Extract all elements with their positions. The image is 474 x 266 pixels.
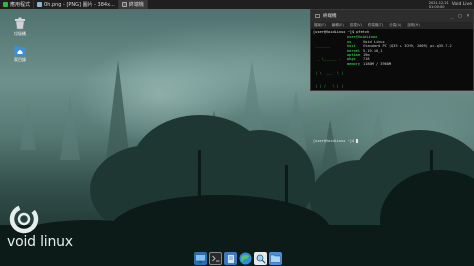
ascii-line: | \ ___ \ | (313, 70, 344, 75)
terminal-prompt: [user@VoidLinux ~]$ (313, 138, 471, 143)
pfetch-output: _______ _ \______ - | \ ___ \ | | | / \ … (313, 35, 471, 136)
dock-browser[interactable] (239, 252, 252, 265)
ascii-line: _______ (313, 44, 331, 49)
menu-file[interactable]: 檔案(F) (314, 23, 326, 28)
taskbar-item-label: 0h.png - [PNG] 圖片 - 384x... (44, 2, 115, 8)
terminal-window[interactable]: 終端機 _ □ × 檔案(F) 編輯(E) 檢視(V) 終端機(T) 分頁(A)… (310, 9, 474, 143)
void-logo-icon (3, 2, 8, 7)
top-panel: 應用程式 0h.png - [PNG] 圖片 - 384x... 終端機 202… (0, 0, 474, 9)
window-title: 終端機 (323, 14, 337, 19)
clock-time: 01:00:00 (428, 4, 445, 9)
ascii-line: -_______\ (313, 123, 337, 128)
image-icon (37, 2, 43, 7)
dock-folder[interactable] (269, 252, 282, 265)
show-desktop-icon (195, 254, 206, 263)
terminal-output[interactable]: [user@VoidLinux ~]$ pfetch _______ _ \__… (311, 29, 473, 144)
close-icon[interactable]: × (465, 13, 471, 19)
terminal-command-line: [user@VoidLinux ~]$ pfetch (313, 30, 370, 34)
prompt-text: [user@VoidLinux ~]$ (313, 138, 357, 143)
terminal-icon (121, 2, 127, 7)
panel-clock[interactable]: 2021.12.21 01:00:00 Void Live (429, 1, 474, 9)
desktop-icon-trash[interactable]: 垃圾桶 (11, 17, 29, 37)
home-folder-icon (14, 46, 26, 55)
desktop-icon-label: 家目錄 (14, 57, 26, 62)
taskbar-item-terminal[interactable]: 終端機 (118, 0, 148, 9)
void-linux-logo (9, 204, 39, 234)
menu-edit[interactable]: 編輯(E) (332, 23, 344, 28)
dock-search[interactable] (254, 252, 267, 265)
taskbar-item-image-viewer[interactable]: 0h.png - [PNG] 圖片 - 384x... (34, 0, 119, 9)
desktop-icon-label: 垃圾桶 (14, 31, 26, 36)
desktop-icon-home[interactable]: 家目錄 (11, 44, 29, 63)
dock-files[interactable] (224, 252, 237, 265)
applications-menu-button[interactable]: 應用程式 (0, 0, 35, 9)
ascii-line: | | \___/ | | (313, 97, 344, 102)
menu-help[interactable]: 說明(H) (407, 23, 419, 28)
terminal-titlebar[interactable]: 終端機 _ □ × (311, 10, 473, 22)
pfetch-row: memory 1180M / 3968M (347, 61, 392, 66)
browser-icon (239, 252, 252, 265)
ascii-line: | \______ \_| (313, 110, 344, 115)
terminal-icon (211, 255, 219, 262)
terminal-cursor (356, 138, 359, 143)
pfetch-ascii-logo: _______ _ \______ - | \ ___ \ | | | / \ … (313, 35, 344, 136)
menu-view[interactable]: 檢視(V) (350, 23, 362, 28)
dock-show-desktop[interactable] (194, 252, 207, 265)
menu-tabs[interactable]: 分頁(A) (389, 23, 401, 28)
menu-terminal[interactable]: 終端機(T) (368, 23, 383, 28)
search-icon (256, 254, 266, 264)
pfetch-info: user@VoidLinux os Void Linux host Standard… (347, 35, 452, 136)
void-linux-wordmark: void linux (7, 234, 73, 250)
dock (192, 251, 284, 266)
taskbar-item-label: 終端機 (128, 2, 144, 8)
maximize-icon[interactable]: □ (457, 13, 463, 19)
terminal-menubar: 檔案(F) 編輯(E) 檢視(V) 終端機(T) 分頁(A) 說明(H) (311, 22, 473, 29)
applications-menu-label: 應用程式 (10, 2, 31, 8)
user-menu-label[interactable]: Void Live (452, 2, 472, 7)
terminal-app-icon (315, 14, 320, 18)
dock-terminal[interactable] (209, 252, 222, 265)
trash-icon (15, 17, 25, 30)
files-icon (226, 253, 235, 264)
ascii-line: _ \______ - (313, 57, 342, 62)
minimize-icon[interactable]: _ (449, 13, 455, 19)
folder-icon (270, 254, 281, 263)
ascii-line: | | / \ | | (313, 83, 344, 88)
